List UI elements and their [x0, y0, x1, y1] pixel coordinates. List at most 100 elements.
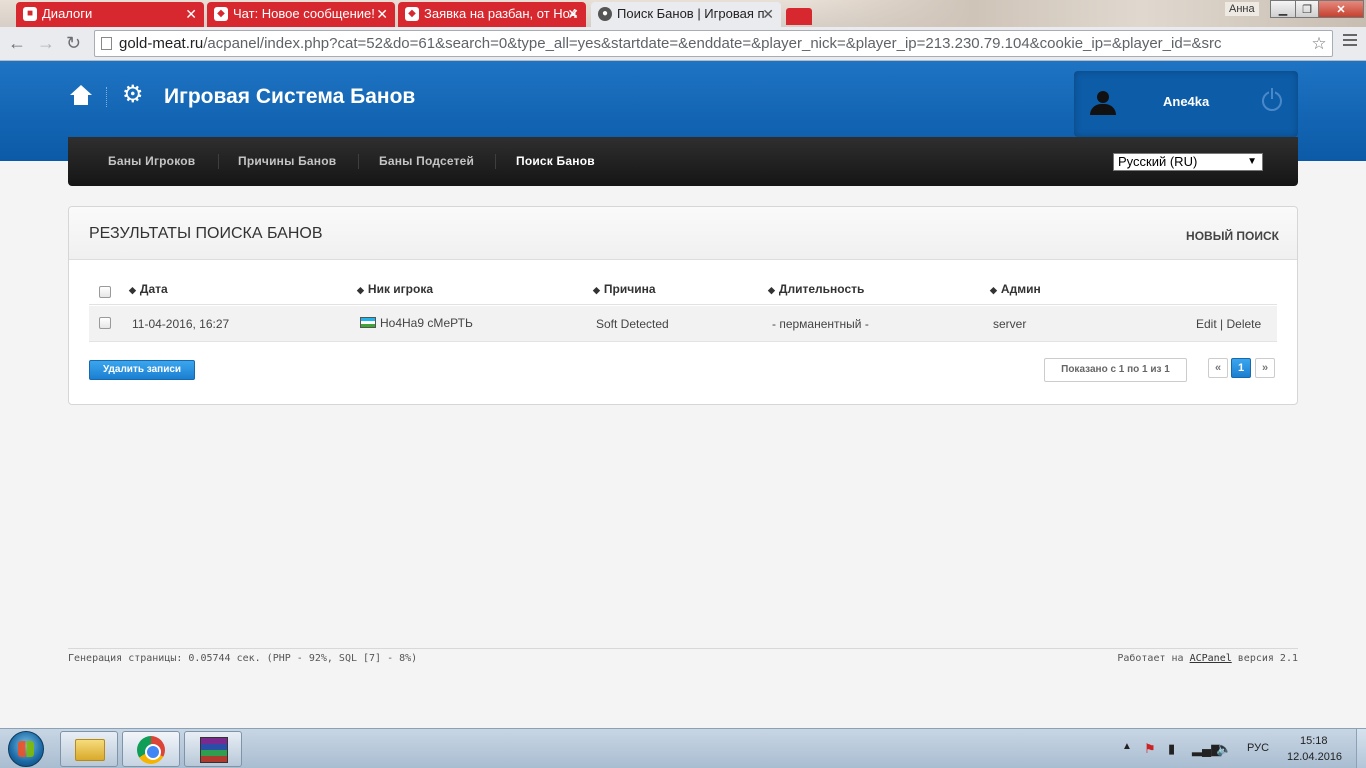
- footer-divider: [68, 648, 1298, 649]
- column-nick[interactable]: ◆ Ник игрока: [357, 282, 433, 296]
- footer-powered-by: Работает на ACPanel версия 2.1: [1117, 653, 1298, 664]
- start-button[interactable]: [8, 731, 44, 767]
- forward-arrow-icon[interactable]: →: [37, 33, 55, 53]
- vk-icon: ■: [23, 7, 37, 21]
- sort-icon: ◆: [990, 285, 997, 295]
- nav-subnet-bans[interactable]: Баны Подсетей: [379, 154, 474, 168]
- nav-ban-reasons[interactable]: Причины Банов: [238, 154, 336, 168]
- window-close-icon[interactable]: ✕: [1318, 0, 1364, 18]
- sort-icon: ◆: [768, 285, 775, 295]
- language-select[interactable]: Русский (RU) ▼: [1113, 153, 1263, 171]
- profile-chip[interactable]: Анна: [1225, 2, 1259, 16]
- cell-date: 11-04-2016, 16:27: [132, 317, 230, 331]
- browser-tab-unban-request[interactable]: ◆ Заявка на разбан, от Но4 ✕: [398, 2, 586, 27]
- address-bar[interactable]: gold-meat.ru/acpanel/index.php?cat=52&do…: [94, 30, 1333, 57]
- pagination-prev[interactable]: «: [1208, 358, 1228, 378]
- winrar-icon: [200, 737, 228, 763]
- url-host: gold-meat.ru: [119, 35, 204, 52]
- dropdown-arrow-icon: ▼: [1247, 156, 1257, 167]
- sort-icon: ◆: [129, 285, 136, 295]
- page-icon: [101, 37, 112, 50]
- taskbar-chrome[interactable]: [122, 731, 180, 767]
- tab-close-icon[interactable]: ✕: [185, 2, 197, 26]
- minimize-icon[interactable]: ▁: [1270, 0, 1296, 18]
- nav-separator: [495, 154, 496, 169]
- cell-admin: server: [993, 317, 1027, 331]
- browser-toolbar: ← → ↻ gold-meat.ru/acpanel/index.php?cat…: [0, 27, 1366, 61]
- delete-records-button[interactable]: Удалить записи: [89, 360, 195, 380]
- wolf-icon: ◆: [405, 7, 419, 21]
- table-header: ◆ Дата ◆ Ник игрока ◆ Причина ◆ Длительность…: [89, 275, 1277, 305]
- user-avatar-icon: [1090, 91, 1116, 117]
- delete-link[interactable]: Delete: [1227, 317, 1262, 331]
- browser-tab-dialogs[interactable]: ■ Диалоги ✕: [16, 2, 204, 27]
- maximize-icon[interactable]: ❐: [1295, 0, 1319, 18]
- tab-close-icon[interactable]: ✕: [567, 2, 579, 26]
- browser-tab-chat[interactable]: ◆ Чат: Новое сообщение! ✕: [207, 2, 395, 27]
- site-title: Игровая Система Банов: [164, 85, 416, 108]
- tab-label: Заявка на разбан, от Но4: [424, 6, 578, 21]
- edit-link[interactable]: Edit: [1196, 317, 1217, 331]
- panel-title: РЕЗУЛЬТАТЫ ПОИСКА БАНОВ: [89, 225, 323, 242]
- clock-time[interactable]: 15:18: [1300, 735, 1328, 747]
- taskbar-winrar[interactable]: [184, 731, 242, 767]
- user-box: Ane4ka: [1074, 71, 1298, 137]
- tab-close-icon[interactable]: ✕: [376, 2, 388, 26]
- user-name[interactable]: Ane4ka: [1163, 94, 1209, 109]
- panel-header: РЕЗУЛЬТАТЫ ПОИСКА БАНОВ НОВЫЙ ПОИСК: [69, 207, 1297, 260]
- taskbar: ▲ ⚑ ▮ ▂▄▆ 🔈 РУС 15:18 12.04.2016: [0, 728, 1366, 768]
- wolf-icon: ◆: [214, 7, 228, 21]
- select-all-checkbox[interactable]: [99, 286, 111, 298]
- windows-logo-icon: [18, 741, 34, 757]
- browser-chrome: ■ Диалоги ✕ ◆ Чат: Новое сообщение! ✕ ◆ …: [0, 0, 1366, 61]
- column-admin[interactable]: ◆ Админ: [990, 282, 1041, 296]
- tray-expand-icon[interactable]: ▲: [1122, 741, 1132, 752]
- tab-close-icon[interactable]: ✕: [762, 2, 774, 26]
- clock-date[interactable]: 12.04.2016: [1287, 751, 1342, 763]
- url-path: /acpanel/index.php?cat=52&do=61&search=0…: [203, 35, 1222, 52]
- new-search-link[interactable]: НОВЫЙ ПОИСК: [1186, 229, 1279, 243]
- row-checkbox[interactable]: [99, 317, 111, 329]
- folder-icon: [75, 739, 105, 761]
- header-divider: [106, 87, 107, 107]
- nav-separator: [218, 154, 219, 169]
- sort-icon: ◆: [357, 285, 364, 295]
- page-content: ⚙ Игровая Система Банов Ane4ka Баны Игро…: [0, 61, 1366, 728]
- main-nav: Баны Игроков Причины Банов Баны Подсетей…: [68, 137, 1298, 186]
- battery-icon[interactable]: ▮: [1168, 741, 1175, 757]
- tab-strip: ■ Диалоги ✕ ◆ Чат: Новое сообщение! ✕ ◆ …: [0, 0, 1366, 27]
- language-value: Русский (RU): [1118, 154, 1198, 169]
- nav-player-bans[interactable]: Баны Игроков: [108, 154, 195, 168]
- globe-icon: ●: [598, 7, 612, 21]
- chrome-icon: [137, 736, 165, 764]
- action-center-icon[interactable]: ⚑: [1144, 741, 1156, 757]
- column-date[interactable]: ◆ Дата: [129, 282, 168, 296]
- action-separator: |: [1220, 317, 1224, 331]
- show-desktop-button[interactable]: [1356, 729, 1366, 768]
- back-arrow-icon[interactable]: ←: [8, 33, 26, 53]
- nav-separator: [358, 154, 359, 169]
- column-duration[interactable]: ◆ Длительность: [768, 282, 864, 296]
- reload-icon[interactable]: ↻: [66, 33, 81, 53]
- menu-icon[interactable]: [1343, 34, 1357, 49]
- browser-tab-ban-search[interactable]: ● Поиск Банов | Игровая п ✕: [591, 2, 781, 27]
- column-reason[interactable]: ◆ Причина: [593, 282, 656, 296]
- volume-icon[interactable]: 🔈: [1216, 741, 1232, 757]
- acpanel-link[interactable]: ACPanel: [1190, 653, 1232, 664]
- taskbar-explorer[interactable]: [60, 731, 118, 767]
- home-icon[interactable]: [70, 85, 92, 107]
- bookmark-star-icon[interactable]: ☆: [1308, 31, 1330, 56]
- keyboard-language[interactable]: РУС: [1247, 742, 1269, 754]
- logout-power-icon[interactable]: [1262, 88, 1282, 111]
- gear-icon[interactable]: ⚙: [122, 83, 144, 107]
- pagination-next[interactable]: »: [1255, 358, 1275, 378]
- results-panel: РЕЗУЛЬТАТЫ ПОИСКА БАНОВ НОВЫЙ ПОИСК ◆ Дат…: [68, 206, 1298, 405]
- pagination-page[interactable]: 1: [1231, 358, 1251, 378]
- cell-nick[interactable]: Но4На9 сМеРТЬ: [360, 316, 473, 330]
- footer-generation-time: Генерация страницы: 0.05744 сек. (PHP - …: [68, 653, 418, 664]
- tab-label: Поиск Банов | Игровая п: [617, 6, 765, 21]
- cell-reason: Soft Detected: [596, 317, 669, 331]
- nav-ban-search[interactable]: Поиск Банов: [516, 154, 595, 168]
- tab-label: Чат: Новое сообщение!: [233, 6, 375, 21]
- new-tab-button[interactable]: [786, 8, 812, 25]
